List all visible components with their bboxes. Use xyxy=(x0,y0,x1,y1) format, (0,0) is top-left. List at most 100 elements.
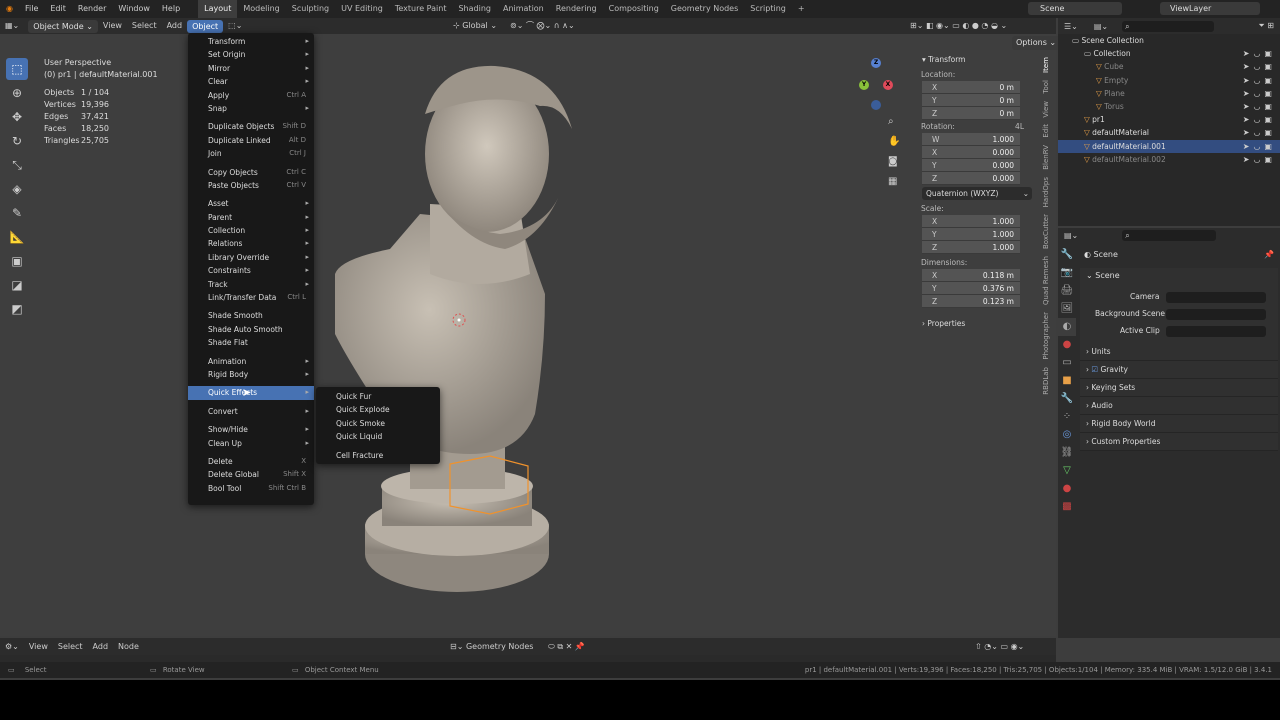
menu-item-join[interactable]: Join Ctrl J xyxy=(188,147,314,160)
menu-item-bool-tool[interactable]: Bool Tool Shift Ctrl B xyxy=(188,482,314,495)
menu-select[interactable]: Select xyxy=(127,18,162,34)
constraints-tab-icon[interactable]: ⛓ xyxy=(1058,444,1076,462)
dimensions-y-field[interactable]: Y 0.376 m xyxy=(922,282,1020,295)
zoom-icon[interactable]: ⌕ xyxy=(888,116,894,127)
menu-item-duplicate-linked[interactable]: Duplicate Linked Alt D xyxy=(188,134,314,147)
tab-scripting[interactable]: Scripting xyxy=(744,0,792,18)
submenu-item-quick-liquid[interactable]: Quick Liquid xyxy=(316,430,440,443)
blender-logo-icon[interactable]: ◉ xyxy=(0,0,19,18)
footer-menu-add[interactable]: Add xyxy=(88,639,114,655)
dimensions-x-field[interactable]: X 0.118 m xyxy=(922,269,1020,282)
display-mode-icon[interactable]: ▤⌄ xyxy=(1094,22,1108,31)
annotate-tool-icon[interactable]: ✎ xyxy=(6,202,28,224)
menu-item-constraints[interactable]: Constraints ▸ xyxy=(188,264,314,277)
rotation-mode-dropdown[interactable]: Quaternion (WXYZ) ⌄ xyxy=(922,187,1032,200)
footer-menu-node[interactable]: Node xyxy=(113,639,144,655)
visibility-icons[interactable]: ➤◡▣ xyxy=(1243,113,1276,126)
menu-item-duplicate-objects[interactable]: Duplicate Objects Shift D xyxy=(188,120,314,133)
menu-item-clear[interactable]: Clear ▸ xyxy=(188,75,314,88)
sidebar-tab-quad-remesh[interactable]: Quad Remesh xyxy=(1042,254,1050,307)
sidebar-tab-item[interactable]: Item xyxy=(1042,55,1050,75)
rotation-y-field[interactable]: Y 0.000 xyxy=(922,159,1020,172)
visibility-icons[interactable]: ➤◡▣ xyxy=(1243,60,1276,73)
panel-gravity[interactable]: › ☑ Gravity xyxy=(1080,361,1278,379)
rotate-tool-icon[interactable]: ↻ xyxy=(6,130,28,152)
menu-item-show-hide[interactable]: Show/Hide ▸ xyxy=(188,423,314,436)
menu-help[interactable]: Help xyxy=(156,0,186,18)
dimensions-z-field[interactable]: Z 0.123 m xyxy=(922,295,1020,308)
menu-item-link-transfer-data[interactable]: Link/Transfer Data Ctrl L xyxy=(188,291,314,304)
location-y-field[interactable]: Y 0 m xyxy=(922,94,1020,107)
submenu-item-cell-fracture[interactable]: Cell Fracture xyxy=(316,449,440,462)
data-tab-icon[interactable]: ▽ xyxy=(1058,462,1076,480)
menu-render[interactable]: Render xyxy=(72,0,112,18)
menu-item-paste-objects[interactable]: Paste Objects Ctrl V xyxy=(188,179,314,192)
outliner-item[interactable]: ▽ Plane ➤◡▣ xyxy=(1058,87,1280,100)
menu-item-copy-objects[interactable]: Copy Objects Ctrl C xyxy=(188,166,314,179)
properties-editor-icon[interactable]: ▤⌄ xyxy=(1064,231,1078,240)
collection-tab-icon[interactable]: ▭ xyxy=(1058,354,1076,372)
3d-viewport[interactable]: Z Y X ⌕ ✋ ◙ ▦ ▾ Transform Location: X 0 m… xyxy=(0,34,1056,636)
outliner-item[interactable]: ▽ Torus ➤◡▣ xyxy=(1058,100,1280,113)
menu-item-library-override[interactable]: Library Override ▸ xyxy=(188,251,314,264)
menu-item-convert[interactable]: Convert ▸ xyxy=(188,405,314,418)
transform-tool-icon[interactable]: ◈ xyxy=(6,178,28,200)
tab-animation[interactable]: Animation xyxy=(497,0,550,18)
mode-dropdown[interactable]: Object Mode ⌄ xyxy=(28,19,98,33)
sidebar-tab-hardops[interactable]: HardOps xyxy=(1042,175,1050,209)
panel-rigid-body-world[interactable]: › Rigid Body World xyxy=(1080,415,1278,433)
rotation-z-field[interactable]: Z 0.000 xyxy=(922,172,1020,185)
active-clip-field[interactable] xyxy=(1166,326,1266,337)
menu-item-set-origin[interactable]: Set Origin ▸ xyxy=(188,48,314,61)
editor-type-icon[interactable]: ▦⌄ xyxy=(0,18,24,34)
node-editor-type-icon[interactable]: ⚙⌄ xyxy=(0,639,24,655)
menu-window[interactable]: Window xyxy=(112,0,156,18)
outliner-item[interactable]: ▭ Collection ➤◡▣ xyxy=(1058,47,1280,60)
filter-icon[interactable]: ⏷ ⊞ xyxy=(1258,21,1274,31)
properties-search-input[interactable]: ⌕ xyxy=(1122,229,1217,241)
menu-item-mirror[interactable]: Mirror ▸ xyxy=(188,62,314,75)
select-box-tool-icon[interactable]: ⬚ xyxy=(6,58,28,80)
pin-icon[interactable]: 📌 xyxy=(1264,248,1274,262)
options-dropdown[interactable]: Options ⌄ xyxy=(1012,36,1061,50)
background-scene-field[interactable] xyxy=(1166,309,1266,320)
menu-item-asset[interactable]: Asset ▸ xyxy=(188,197,314,210)
menu-item-delete-global[interactable]: Delete Global Shift X xyxy=(188,468,314,481)
render-tab-icon[interactable]: 📷 xyxy=(1058,264,1076,282)
gravity-checkbox[interactable]: ☑ xyxy=(1091,365,1100,374)
world-tab-icon[interactable]: ● xyxy=(1058,336,1076,354)
camera-view-icon[interactable]: ◙ xyxy=(888,156,898,167)
visibility-icons[interactable]: ➤◡▣ xyxy=(1243,100,1276,113)
tab-modeling[interactable]: Modeling xyxy=(237,0,285,18)
outliner-item[interactable]: ▽ Cube ➤◡▣ xyxy=(1058,60,1280,73)
menu-item-snap[interactable]: Snap ▸ xyxy=(188,102,314,115)
gizmo-neg-z[interactable] xyxy=(871,100,881,110)
scale-y-field[interactable]: Y 1.000 xyxy=(922,228,1020,241)
submenu-item-quick-fur[interactable]: Quick Fur xyxy=(316,390,440,403)
scene-panel-header[interactable]: ⌄ Scene xyxy=(1080,268,1278,284)
tab-compositing[interactable]: Compositing xyxy=(603,0,665,18)
physics-tab-icon[interactable]: ◎ xyxy=(1058,426,1076,444)
tab-texture-paint[interactable]: Texture Paint xyxy=(389,0,453,18)
tab-rendering[interactable]: Rendering xyxy=(550,0,603,18)
cursor-tool-icon[interactable]: ⊕ xyxy=(6,82,28,104)
location-z-field[interactable]: Z 0 m xyxy=(922,107,1020,120)
scale-tool-icon[interactable]: ⤡ xyxy=(6,154,28,176)
menu-item-relations[interactable]: Relations ▸ xyxy=(188,237,314,250)
move-tool-icon[interactable]: ✥ xyxy=(6,106,28,128)
menu-item-apply[interactable]: Apply Ctrl A xyxy=(188,89,314,102)
submenu-item-quick-explode[interactable]: Quick Explode xyxy=(316,403,440,416)
menu-file[interactable]: File xyxy=(19,0,44,18)
tab-layout[interactable]: Layout xyxy=(198,0,238,18)
panel-units[interactable]: › Units xyxy=(1080,343,1278,361)
outliner-item[interactable]: ▽ pr1 ➤◡▣ xyxy=(1058,113,1280,126)
grid-view-icon[interactable]: ▦ xyxy=(888,176,897,187)
gizmo-z-axis[interactable]: Z xyxy=(871,58,881,68)
transform-panel-title[interactable]: ▾ Transform xyxy=(914,52,1038,68)
visibility-icons[interactable]: ➤◡▣ xyxy=(1243,140,1276,153)
scale-x-field[interactable]: X 1.000 xyxy=(922,215,1020,228)
sidebar-tab-edit[interactable]: Edit xyxy=(1042,122,1050,140)
outliner-editor-icon[interactable]: ☰⌄ xyxy=(1064,22,1078,31)
orientation-dropdown[interactable]: ⊹ Global ⌄ xyxy=(448,18,502,34)
menu-item-collection[interactable]: Collection ▸ xyxy=(188,224,314,237)
